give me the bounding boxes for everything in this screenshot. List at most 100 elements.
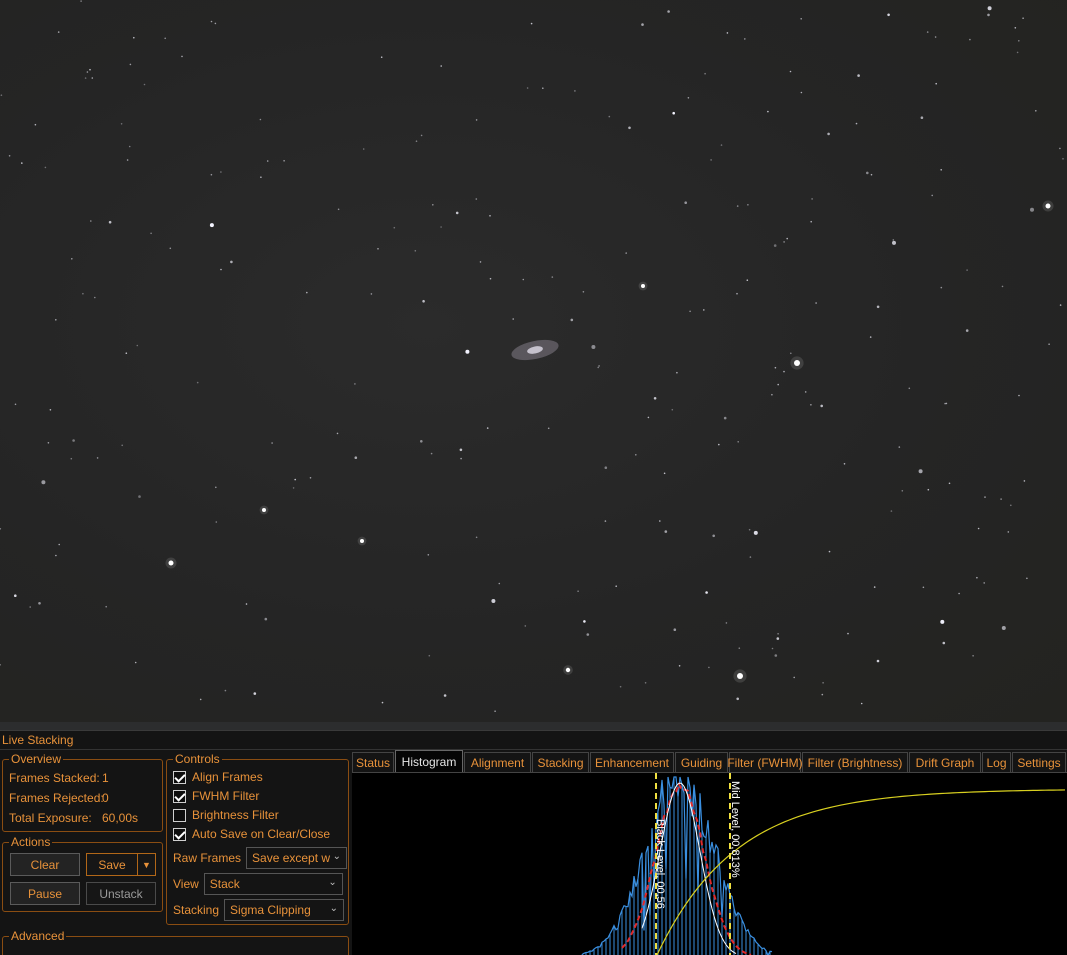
save-button[interactable]: Save <box>86 853 138 876</box>
star <box>370 293 373 295</box>
star <box>133 36 135 39</box>
star <box>420 134 423 137</box>
star <box>86 71 89 73</box>
star <box>748 528 751 531</box>
star <box>703 309 705 311</box>
frames-stacked-row: Frames Stacked: 1 <box>9 771 109 785</box>
star <box>749 556 752 558</box>
star <box>283 160 285 162</box>
star <box>876 659 880 663</box>
star <box>815 302 817 304</box>
star <box>1035 110 1037 112</box>
stacking-value: Sigma Clipping <box>230 903 311 917</box>
star <box>827 132 830 136</box>
star <box>598 365 600 367</box>
star <box>199 698 202 701</box>
auto-save-checkbox[interactable] <box>173 827 186 841</box>
star <box>804 391 807 393</box>
actions-legend: Actions <box>9 835 53 849</box>
star <box>987 13 990 17</box>
save-dropdown-button[interactable]: ▼ <box>137 853 156 876</box>
star <box>393 226 396 229</box>
star <box>14 594 17 597</box>
star <box>1014 27 1017 29</box>
star <box>47 442 50 444</box>
star <box>264 617 268 621</box>
view-select[interactable]: Stack ⌄ <box>203 873 343 895</box>
frames-stacked-label: Frames Stacked: <box>9 771 100 785</box>
star <box>723 416 727 420</box>
star <box>134 661 137 664</box>
tab-drift-graph[interactable]: Drift Graph <box>909 752 981 772</box>
pause-button[interactable]: Pause <box>10 882 80 905</box>
bright-star <box>262 508 266 512</box>
star <box>773 244 777 247</box>
star <box>821 693 824 696</box>
star <box>1026 577 1028 580</box>
star <box>430 452 433 455</box>
advanced-group: Advanced <box>2 929 349 955</box>
fwhm-filter-checkbox-row[interactable]: FWHM Filter <box>173 788 259 804</box>
stacked-image-view[interactable] <box>0 0 1067 722</box>
star <box>673 628 677 631</box>
fwhm-filter-checkbox[interactable] <box>173 789 186 803</box>
star <box>354 456 358 460</box>
actions-group: Actions Clear Save ▼ Pause Unstack <box>2 835 163 912</box>
star <box>582 291 585 293</box>
tab-guiding[interactable]: Guiding <box>675 752 728 772</box>
clear-button[interactable]: Clear <box>10 853 80 876</box>
tab-filter-brightness[interactable]: Filter (Brightness) <box>802 752 908 772</box>
brightness-filter-checkbox[interactable] <box>173 808 186 822</box>
tab-stacking[interactable]: Stacking <box>532 752 589 772</box>
align-frames-checkbox-row[interactable]: Align Frames <box>173 769 263 785</box>
total-exposure-value: 60,00s <box>102 811 139 825</box>
star <box>164 37 166 40</box>
star <box>136 344 139 347</box>
tab-alignment[interactable]: Alignment <box>464 752 531 772</box>
auto-save-checkbox-row[interactable]: Auto Save on Clear/Close <box>173 826 330 842</box>
stacking-select[interactable]: Sigma Clipping ⌄ <box>224 899 345 921</box>
star <box>940 286 943 289</box>
tab-enhancement[interactable]: Enhancement <box>590 752 674 772</box>
star <box>542 87 544 89</box>
star <box>810 404 812 406</box>
raw-frames-select[interactable]: Save except w ⌄ <box>246 847 348 869</box>
star <box>783 241 785 243</box>
tab-log[interactable]: Log <box>982 752 1011 772</box>
star <box>783 370 785 373</box>
star <box>214 22 217 25</box>
star <box>526 87 529 89</box>
star <box>84 77 87 79</box>
star <box>259 118 262 121</box>
tab-bar: Status Histogram Alignment Stacking Enhancem… <box>352 750 1067 773</box>
star <box>512 318 514 320</box>
star <box>14 403 17 406</box>
histogram-view[interactable]: Black Level, 00,56 Mid Level, 00,813% <box>352 772 1067 955</box>
star <box>58 543 60 546</box>
controls-legend: Controls <box>173 752 222 766</box>
star <box>34 123 37 126</box>
align-frames-checkbox[interactable] <box>173 770 186 784</box>
star <box>890 510 893 512</box>
star <box>414 250 417 252</box>
star <box>475 119 478 121</box>
star <box>659 520 661 522</box>
tab-settings[interactable]: Settings <box>1012 752 1066 772</box>
brightness-filter-checkbox-row[interactable]: Brightness Filter <box>173 807 279 823</box>
star <box>926 31 929 33</box>
star <box>489 215 491 217</box>
star <box>55 554 57 557</box>
star <box>786 237 788 240</box>
star <box>1023 480 1026 482</box>
star <box>969 38 971 41</box>
view-row: View Stack ⌄ <box>173 873 343 895</box>
star <box>96 457 99 459</box>
tab-histogram[interactable]: Histogram <box>395 750 463 773</box>
tab-status[interactable]: Status <box>352 752 394 772</box>
tab-filter-fwhm[interactable]: Filter (FWHM) <box>727 752 803 772</box>
frames-rejected-label: Frames Rejected: <box>9 791 104 805</box>
star <box>948 482 951 485</box>
unstack-button[interactable]: Unstack <box>86 882 156 905</box>
frames-rejected-value: 0 <box>102 791 109 805</box>
star <box>828 550 831 553</box>
